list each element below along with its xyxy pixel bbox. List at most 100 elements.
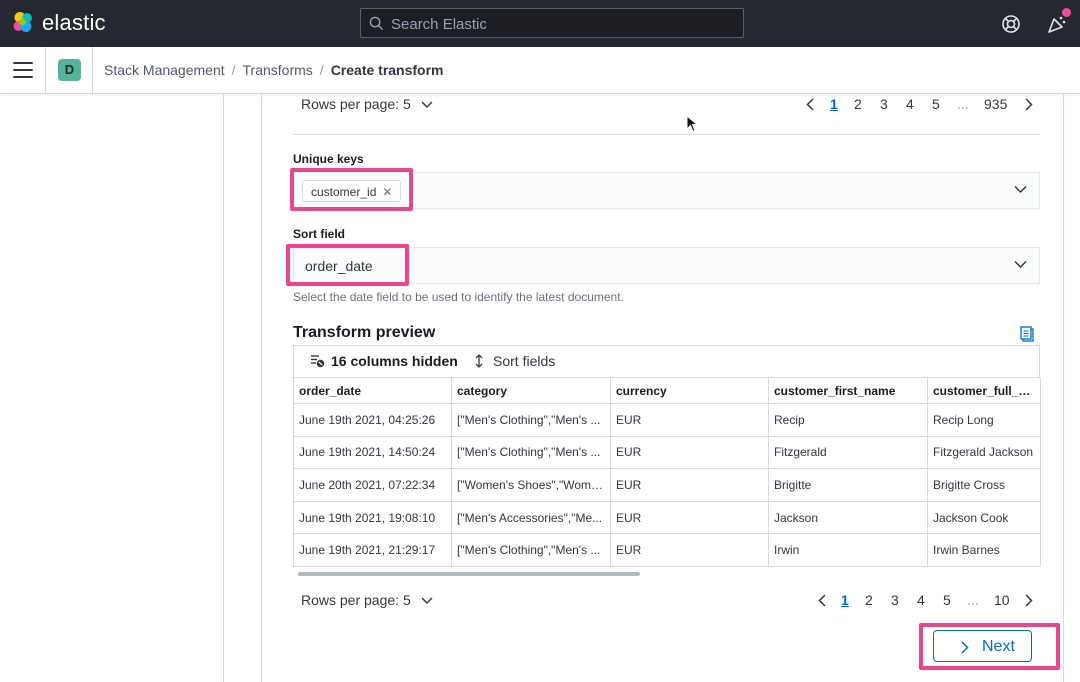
table-cell[interactable]: June 19th 2021, 21:29:17 [293, 533, 452, 567]
table-cell[interactable]: ["Men's Clothing","Men's ... [451, 533, 611, 567]
section-divider [293, 134, 1040, 135]
page-link-last[interactable]: 10 [994, 592, 1010, 608]
table-cell[interactable]: ["Men's Accessories","Me... [451, 500, 611, 535]
page-link-2[interactable]: 2 [865, 592, 873, 608]
table-cell[interactable]: Jackson [768, 500, 928, 535]
sort-field-help-text: Select the date field to be used to iden… [293, 290, 624, 304]
rows-per-page-select[interactable]: Rows per page: 5 [301, 592, 433, 608]
horizontal-scrollbar[interactable] [298, 572, 640, 576]
help-icon[interactable] [999, 12, 1023, 36]
table-cell[interactable]: June 19th 2021, 04:25:26 [293, 403, 452, 437]
data-grid-toolbar: 16 columns hidden Sort fields [293, 345, 1040, 377]
table-cell[interactable]: EUR [610, 435, 769, 470]
table-cell[interactable]: Fitzgerald [768, 435, 928, 470]
columns-hidden-label: 16 columns hidden [331, 353, 458, 369]
search-input[interactable] [391, 14, 731, 34]
table-cell[interactable]: Recip [768, 403, 928, 437]
breadcrumb-separator: / [231, 62, 236, 78]
chevron-right-icon[interactable] [1025, 594, 1033, 607]
table-cell[interactable]: Fitzgerald Jackson [927, 435, 1041, 470]
elastic-logo-icon[interactable] [12, 11, 34, 33]
rows-per-page-label: Rows per page: 5 [301, 96, 411, 112]
table-cell[interactable]: Irwin [768, 533, 928, 567]
chevron-left-icon[interactable] [806, 98, 814, 111]
table-cell[interactable]: June 19th 2021, 14:50:24 [293, 435, 452, 470]
page-link-last[interactable]: 935 [984, 96, 1007, 112]
columns-hidden-button[interactable]: 16 columns hidden [310, 353, 458, 369]
chevron-down-icon[interactable] [1014, 185, 1027, 194]
page-link-3[interactable]: 3 [880, 96, 888, 112]
sidebar-divider [223, 94, 224, 682]
preview-data-grid: order_date category currency customer_fi… [293, 377, 1041, 567]
table-row: June 19th 2021, 19:08:10 ["Men's Accesso… [293, 500, 1041, 535]
breadcrumb-bar: D Stack Management / Transforms / Create tra… [0, 47, 1080, 94]
table-header-row: order_date category currency customer_fi… [293, 377, 1041, 404]
breadcrumb-transforms[interactable]: Transforms [243, 62, 313, 78]
page-link-1[interactable]: 1 [841, 592, 849, 608]
brand-name[interactable]: elastic [42, 10, 106, 36]
highlight-box [919, 623, 1060, 670]
breadcrumb-stack-management[interactable]: Stack Management [104, 62, 225, 78]
table-cell[interactable]: June 19th 2021, 19:08:10 [293, 500, 452, 535]
page-ellipsis: ... [957, 96, 969, 112]
rows-per-page-select[interactable]: Rows per page: 5 [301, 96, 433, 112]
column-header[interactable]: customer_full_name [927, 377, 1041, 404]
transform-preview-title: Transform preview [293, 324, 436, 341]
chevron-right-icon[interactable] [1025, 98, 1033, 111]
table-cell[interactable]: June 20th 2021, 07:22:34 [293, 468, 452, 502]
table-cell[interactable]: Jackson Cook [927, 500, 1041, 535]
page-link-3[interactable]: 3 [891, 592, 899, 608]
page-link-4[interactable]: 4 [906, 96, 914, 112]
page-link-1[interactable]: 1 [830, 96, 838, 112]
page-link-4[interactable]: 4 [917, 592, 925, 608]
page-link-5[interactable]: 5 [943, 592, 951, 608]
page-ellipsis: ... [967, 592, 979, 608]
columns-hidden-icon [311, 355, 325, 368]
table-cell[interactable]: Recip Long [927, 403, 1041, 437]
table-cell[interactable]: EUR [610, 403, 769, 437]
global-search[interactable] [360, 8, 744, 38]
sort-field-label: Sort field [293, 227, 346, 241]
sort-icon [475, 354, 483, 368]
breadcrumb: Stack Management / Transforms / Create trans… [104, 62, 444, 78]
unique-keys-label: Unique keys [293, 152, 364, 166]
page-link-2[interactable]: 2 [854, 96, 862, 112]
copy-clipboard-icon[interactable] [1020, 326, 1035, 342]
table-cell[interactable]: Brigitte Cross [927, 468, 1041, 502]
table-cell[interactable]: EUR [610, 533, 769, 567]
bottom-pagination: 1 2 3 4 5 ... 10 [812, 592, 1040, 610]
mouse-cursor-icon [686, 115, 698, 133]
chevron-down-icon [421, 597, 433, 605]
space-avatar[interactable]: D [58, 59, 81, 81]
divider [45, 47, 46, 94]
highlight-box [290, 168, 413, 211]
column-header[interactable]: category [451, 377, 611, 404]
table-cell[interactable]: ["Women's Shoes","Wome... [451, 468, 611, 502]
chevron-left-icon[interactable] [818, 594, 826, 607]
highlight-box [286, 244, 409, 286]
sort-fields-button[interactable]: Sort fields [474, 353, 555, 369]
divider [92, 47, 93, 94]
rows-per-page-label: Rows per page: 5 [301, 592, 411, 608]
chevron-down-icon[interactable] [1014, 260, 1027, 269]
table-cell[interactable]: ["Men's Clothing","Men's ... [451, 435, 611, 470]
table-row: June 19th 2021, 14:50:24 ["Men's Clothin… [293, 435, 1041, 470]
column-header[interactable]: currency [610, 377, 769, 404]
table-cell[interactable]: EUR [610, 468, 769, 502]
top-header: elastic [0, 0, 1080, 47]
breadcrumb-separator: / [319, 62, 324, 78]
column-header[interactable]: customer_first_name [768, 377, 928, 404]
table-row: June 20th 2021, 07:22:34 ["Women's Shoes… [293, 468, 1041, 502]
panel-border-left [261, 94, 262, 682]
menu-icon[interactable] [13, 62, 33, 78]
chevron-down-icon [421, 101, 433, 109]
sort-fields-label: Sort fields [493, 353, 556, 369]
table-cell[interactable]: ["Men's Clothing","Men's ... [451, 403, 611, 437]
column-header[interactable]: order_date [293, 377, 452, 404]
table-cell[interactable]: Irwin Barnes [927, 533, 1041, 567]
table-cell[interactable]: Brigitte [768, 468, 928, 502]
page-link-5[interactable]: 5 [932, 96, 940, 112]
top-pagination: 1 2 3 4 5 ... 935 [800, 96, 1040, 114]
notification-dot [1062, 8, 1071, 17]
table-cell[interactable]: EUR [610, 500, 769, 535]
